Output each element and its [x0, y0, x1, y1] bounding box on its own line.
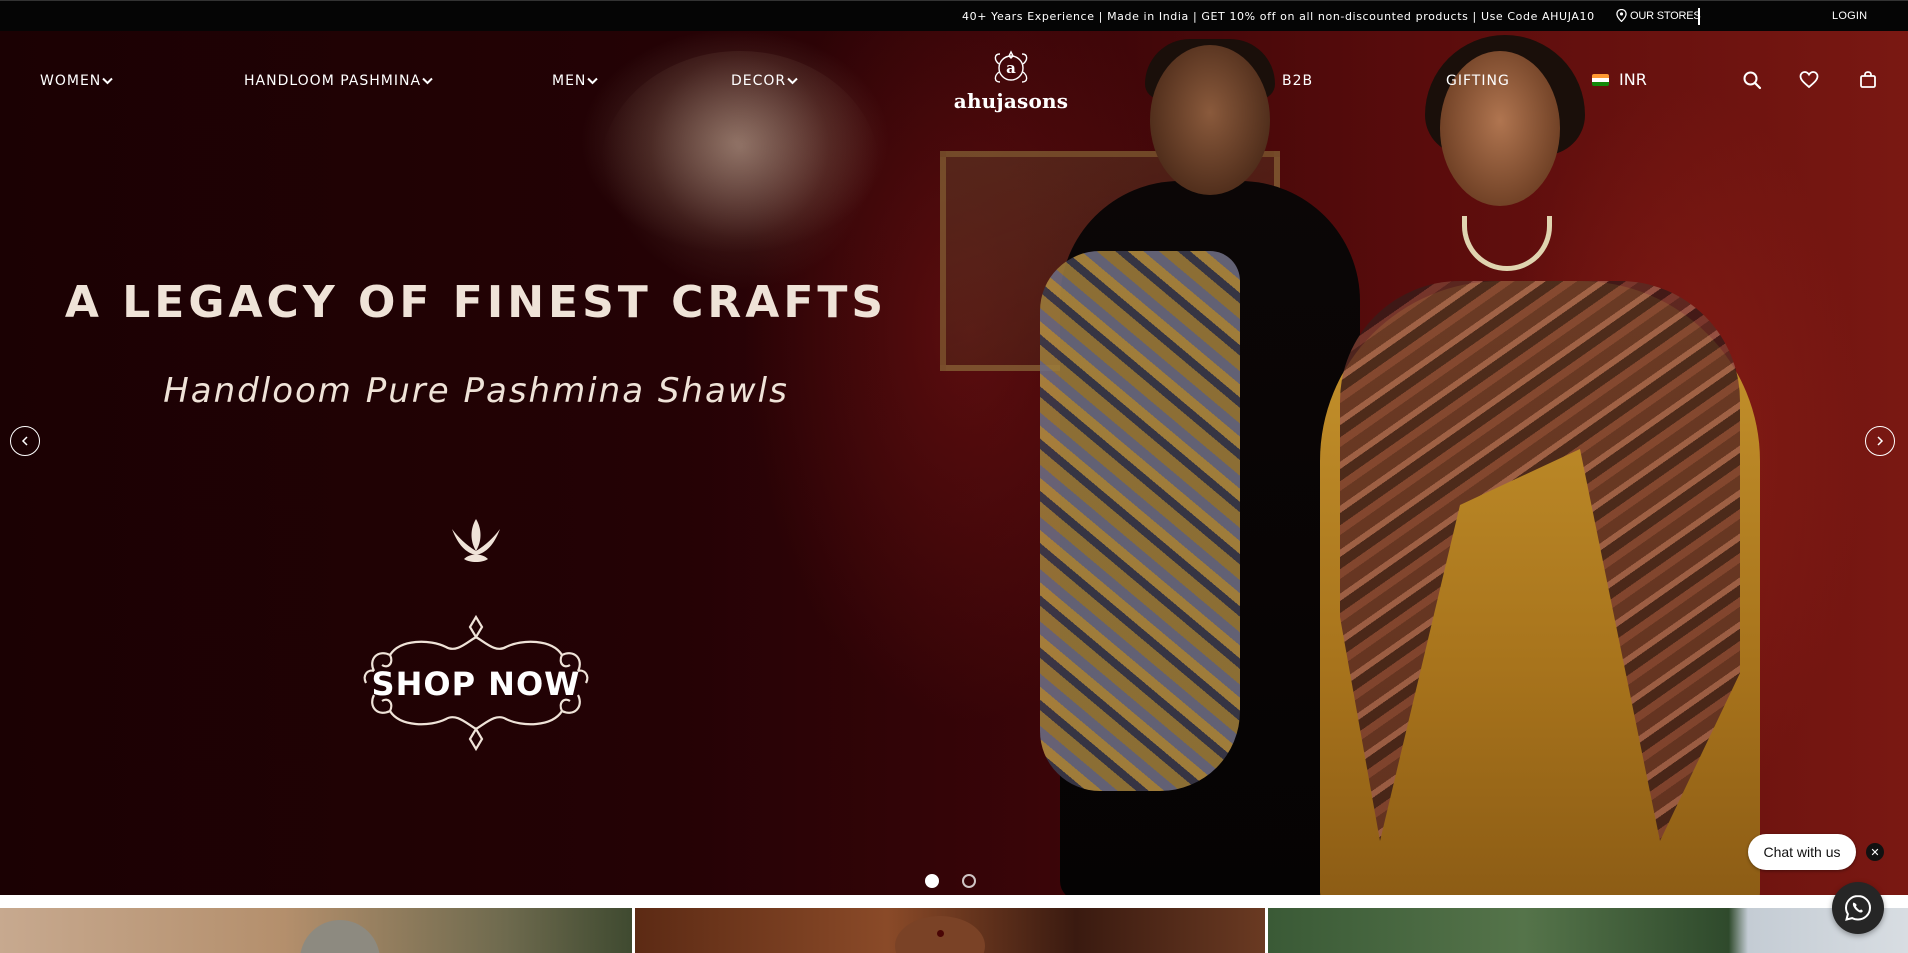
chevron-down-icon — [787, 77, 798, 85]
logo-letter: a — [1006, 59, 1016, 77]
chat-with-us-button[interactable]: Chat with us — [1748, 834, 1856, 870]
currency-selector[interactable]: INR — [1592, 70, 1647, 89]
nav-men[interactable]: MEN — [552, 73, 599, 89]
carousel-dot-1[interactable] — [925, 874, 939, 888]
whatsapp-button[interactable] — [1832, 882, 1884, 934]
promo-message: 40+ Years Experience | Made in India | G… — [962, 10, 1595, 23]
close-icon: ✕ — [1870, 846, 1880, 859]
carousel-next-button[interactable] — [1865, 426, 1895, 456]
our-stores-label: OUR STORES — [1630, 9, 1701, 22]
search-icon — [1743, 71, 1762, 90]
carousel-dot-2[interactable] — [962, 874, 976, 888]
lotus-ornament-icon — [452, 519, 500, 562]
category-tile-2-detail — [937, 930, 944, 937]
chat-label: Chat with us — [1763, 844, 1841, 860]
chevron-left-icon — [21, 436, 28, 446]
nav-b2b-label: B2B — [1282, 73, 1314, 89]
our-stores-link[interactable]: OUR STORES — [1616, 9, 1701, 22]
chat-close-button[interactable]: ✕ — [1866, 843, 1884, 861]
logo-monogram-icon: a — [994, 50, 1028, 83]
chevron-down-icon — [422, 77, 433, 85]
heart-icon — [1799, 71, 1819, 89]
login-link[interactable]: LOGIN — [1832, 10, 1867, 22]
nav-b2b[interactable]: B2B — [1282, 73, 1313, 89]
category-tile-3[interactable] — [1268, 908, 1908, 953]
hero-subheadline: Handloom Pure Pashmina Shawls — [163, 371, 789, 411]
announcement-divider — [1698, 8, 1700, 25]
bag-icon — [1860, 71, 1876, 88]
chevron-down-icon — [587, 77, 599, 85]
nav-handloom-pashmina-label: HANDLOOM PASHMINA — [244, 73, 422, 89]
india-flag-icon — [1592, 73, 1609, 86]
nav-decor-label: DECOR — [731, 73, 787, 89]
hero-model-woman-necklace — [1462, 216, 1552, 271]
announcement-bar: 40+ Years Experience | Made in India | G… — [0, 0, 1908, 31]
nav-women[interactable]: WOMEN — [40, 73, 113, 89]
shop-now-button[interactable]: SHOP NOW — [360, 665, 592, 703]
hero-headline: A LEGACY OF FINEST CRAFTS — [64, 277, 888, 328]
nav-women-label: WOMEN — [40, 73, 102, 89]
category-tile-2[interactable] — [635, 908, 1265, 953]
hero-banner: A LEGACY OF FINEST CRAFTS Handloom Pure … — [0, 31, 1908, 895]
category-tile-1-image — [300, 920, 380, 953]
hero-model-man-head — [1150, 45, 1270, 195]
whatsapp-icon — [1844, 894, 1872, 921]
logo-wordmark: ahujasons — [953, 89, 1069, 113]
nav-gifting-label: GIFTING — [1446, 73, 1510, 89]
search-button[interactable] — [1742, 70, 1762, 90]
nav-men-label: MEN — [552, 73, 587, 89]
brand-logo[interactable]: a ahujasons — [952, 50, 1070, 118]
carousel-prev-button[interactable] — [10, 426, 40, 456]
nav-gifting[interactable]: GIFTING — [1446, 73, 1510, 89]
wishlist-button[interactable] — [1799, 70, 1819, 90]
category-tile-1[interactable] — [0, 908, 632, 953]
location-pin-icon — [1616, 9, 1627, 22]
cart-button[interactable] — [1858, 70, 1878, 90]
chevron-down-icon — [102, 77, 113, 85]
nav-handloom-pashmina[interactable]: HANDLOOM PASHMINA — [244, 73, 433, 89]
nav-decor[interactable]: DECOR — [731, 73, 798, 89]
currency-label: INR — [1619, 70, 1647, 89]
hero-model-man-shawl — [1040, 251, 1240, 791]
chevron-right-icon — [1877, 436, 1884, 446]
